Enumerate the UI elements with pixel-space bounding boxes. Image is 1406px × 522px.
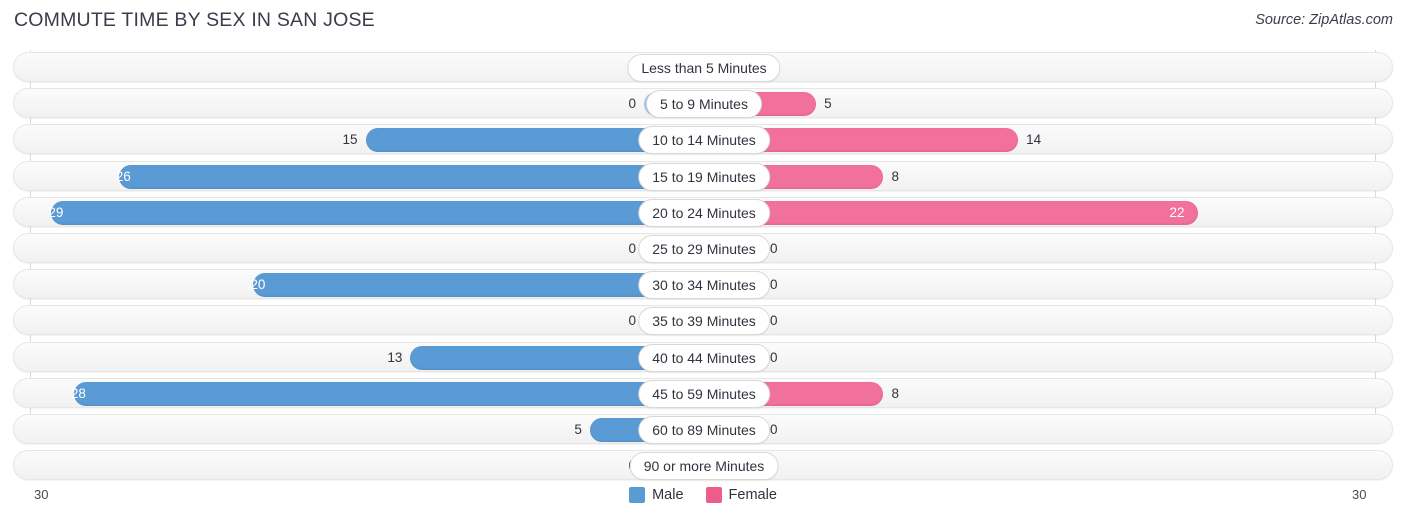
table-row[interactable]: 0 0 25 to 29 Minutes [13,233,1393,263]
bar-value-female: 0 [770,422,778,437]
table-row[interactable]: 20 0 30 to 34 Minutes [13,269,1393,300]
category-label: 20 to 24 Minutes [638,198,770,227]
bar-male[interactable] [253,273,702,298]
row-inner: 5 0 60 to 89 Minutes [31,415,1375,444]
category-label: 60 to 89 Minutes [638,416,770,444]
category-label: 40 to 44 Minutes [638,343,770,372]
row-inner: 0 0 25 to 29 Minutes [31,234,1375,263]
row-inner: 26 8 15 to 19 Minutes [31,162,1375,191]
bar-value-male: 0 [628,96,636,112]
table-row[interactable]: 0 5 5 to 9 Minutes [13,88,1393,119]
table-row[interactable]: 29 22 20 to 24 Minutes [13,196,1393,227]
bar-value-female: 5 [824,96,832,112]
table-row[interactable]: 26 8 15 to 19 Minutes [13,160,1393,191]
bar-female[interactable] [704,200,1198,225]
bars-area: 29 22 20 to 24 Minutes [31,198,1375,227]
row-inner: 28 8 45 to 59 Minutes [31,379,1375,408]
bar-value-male: 20 [250,277,266,293]
category-label: 5 to 9 Minutes [646,90,762,119]
category-label: 45 to 59 Minutes [638,379,770,408]
bar-male[interactable] [51,200,702,225]
bar-value-female: 22 [1169,204,1185,220]
category-label: 10 to 14 Minutes [638,126,770,155]
row-inner: 13 0 40 to 44 Minutes [31,343,1375,372]
bars-area: 5 0 60 to 89 Minutes [31,415,1375,444]
bar-male[interactable] [118,164,702,189]
row-inner: 0090 or more Minutes [31,451,1375,481]
row-inner: 0 0 35 to 39 Minutes [31,306,1375,336]
bar-male[interactable] [73,381,702,406]
bars-area: 15 14 10 to 14 Minutes [31,125,1375,155]
bar-value-male: 29 [48,204,64,220]
category-label: Less than 5 Minutes [627,54,781,82]
category-label: 90 or more Minutes [629,452,779,481]
category-label: 15 to 19 Minutes [638,162,770,191]
bars-area: 0 5 5 to 9 Minutes [31,89,1375,119]
legend-label-male: Male [652,487,684,503]
table-row[interactable]: 5 0 60 to 89 Minutes [13,414,1393,444]
bar-value-female: 0 [770,313,778,329]
bar-value-male: 13 [387,349,403,365]
bars-area: 20 0 30 to 34 Minutes [31,270,1375,300]
bar-value-female: 14 [1026,132,1042,148]
chart-page: COMMUTE TIME BY SEX IN SAN JOSE Source: … [0,0,1406,522]
category-label: 35 to 39 Minutes [638,307,770,336]
category-label: 30 to 34 Minutes [638,271,770,300]
bar-value-male: 26 [115,168,131,184]
bar-value-female: 0 [770,349,778,365]
bars-area: 13 0 40 to 44 Minutes [31,343,1375,372]
bars-area: 0 0 25 to 29 Minutes [31,234,1375,263]
page-title: COMMUTE TIME BY SEX IN SAN JOSE [14,9,375,31]
row-inner: 20 0 30 to 34 Minutes [31,270,1375,300]
bars-area: 26 8 15 to 19 Minutes [31,162,1375,191]
row-inner: 0 5 5 to 9 Minutes [31,89,1375,119]
table-row[interactable]: 0 0 35 to 39 Minutes [13,305,1393,336]
bars-area: 28 8 45 to 59 Minutes [31,379,1375,408]
legend-item-female[interactable]: Female [705,487,777,503]
row-inner: 29 22 20 to 24 Minutes [31,198,1375,227]
bar-value-female: 0 [770,277,778,293]
plot-area: 00Less than 5 Minutes055 to 9 Minutes151… [0,50,1406,486]
table-row[interactable]: 13 0 40 to 44 Minutes [13,341,1393,372]
bar-value-male: 0 [628,241,636,256]
table-row[interactable]: 28 8 45 to 59 Minutes [13,377,1393,408]
row-inner: 00Less than 5 Minutes [31,53,1375,82]
legend-label-female: Female [728,487,777,503]
bar-value-female: 8 [891,168,899,184]
source-attribution: Source: ZipAtlas.com [1255,12,1393,28]
table-row[interactable]: 0090 or more Minutes [13,450,1393,481]
table-row[interactable]: 00Less than 5 Minutes [13,52,1393,82]
table-row[interactable]: 15 14 10 to 14 Minutes [13,124,1393,155]
bar-value-male: 5 [574,422,582,437]
bar-value-male: 0 [628,313,636,329]
row-inner: 15 14 10 to 14 Minutes [31,125,1375,155]
category-label: 25 to 29 Minutes [638,235,770,263]
legend-swatch-male-icon [629,487,646,503]
legend-item-male[interactable]: Male [629,487,684,503]
bar-value-male: 28 [70,385,86,401]
bar-value-male: 15 [342,132,358,148]
bars-area: 00Less than 5 Minutes [31,53,1375,82]
bars-area: 0090 or more Minutes [31,451,1375,481]
bar-value-female: 8 [891,385,899,401]
bar-value-female: 0 [770,241,778,256]
legend: Male Female [0,487,1406,503]
legend-swatch-female-icon [705,487,722,503]
bars-area: 0 0 35 to 39 Minutes [31,306,1375,336]
